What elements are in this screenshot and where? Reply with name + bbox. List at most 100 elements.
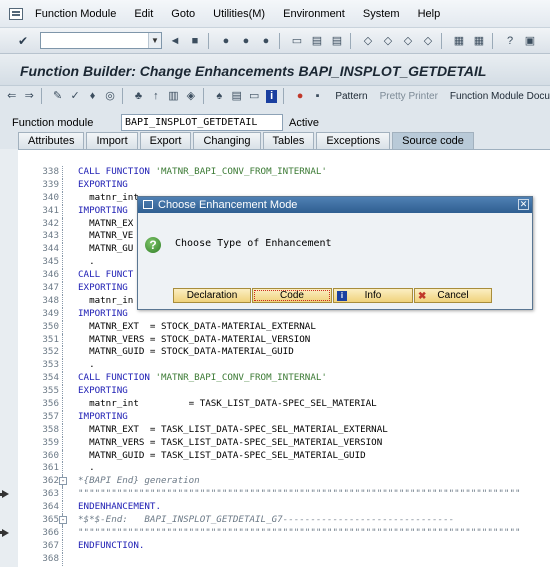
function-module-field[interactable]: BAPI_INSPLOT_GETDETAIL: [121, 114, 283, 131]
cancel-button[interactable]: ✖ Cancel: [414, 288, 492, 303]
menu-utilities[interactable]: Utilities(M): [213, 8, 265, 20]
code-line[interactable]: 355 EXPORTING: [18, 385, 550, 399]
watchpoint-icon[interactable]: ▪: [312, 90, 323, 103]
code-token: MATNR_VERS = TASK_LIST_DATA-SPEC_SEL_MAT…: [78, 436, 383, 448]
first-page-icon[interactable]: ◇: [361, 34, 375, 48]
code-line[interactable]: 362- *{BAPI End} generation: [18, 475, 550, 489]
code-button[interactable]: Code: [252, 288, 332, 303]
window-icon[interactable]: ▭: [248, 90, 259, 103]
tab-exceptions[interactable]: Exceptions: [316, 132, 391, 149]
code-token: matnr_int: [78, 191, 139, 203]
chevron-down-icon[interactable]: ▼: [148, 33, 161, 48]
enter-icon[interactable]: ✔: [16, 34, 30, 48]
code-token: MATNR_GUID = TASK_LIST_DATA-SPEC_SEL_MAT…: [78, 449, 366, 461]
code-line[interactable]: 366 """""""""""""""""""""""""""""""""""""…: [0, 526, 550, 540]
code-line[interactable]: 351 MATNR_VERS = STOCK_DATA-MATERIAL_VER…: [18, 333, 550, 347]
code-line[interactable]: 368: [18, 552, 550, 566]
layout-icon[interactable]: ▣: [523, 34, 537, 48]
code-line[interactable]: 358 MATNR_EXT = TASK_LIST_DATA-SPEC_SEL_…: [18, 423, 550, 437]
code-line[interactable]: 350 MATNR_EXT = STOCK_DATA-MATERIAL_EXTE…: [18, 320, 550, 334]
tab-import[interactable]: Import: [86, 132, 138, 149]
save-icon[interactable]: ◄: [168, 34, 182, 48]
tab-source-code[interactable]: Source code: [392, 132, 474, 149]
fold-marker: -: [59, 475, 70, 489]
tab-attributes[interactable]: Attributes: [18, 132, 85, 149]
line-number: 366: [42, 526, 59, 538]
menu-environment[interactable]: Environment: [283, 8, 345, 20]
code-line[interactable]: 357 IMPORTING: [18, 410, 550, 424]
code-line[interactable]: 338 CALL FUNCTION 'MATNR_BAPI_CONV_FROM_I…: [18, 166, 550, 179]
fm-documentation-button[interactable]: Function Module Docu: [450, 91, 550, 102]
fold-marker: [62, 449, 70, 463]
breakpoint-icon[interactable]: ●: [294, 90, 305, 103]
fold-marker: [62, 320, 70, 334]
declaration-button[interactable]: Declaration: [173, 288, 251, 303]
next-page-icon[interactable]: ◇: [401, 34, 415, 48]
menu-bar: Function Module Edit Goto Utilities(M) E…: [0, 0, 550, 28]
code-line[interactable]: 367 ENDFUNCTION.: [18, 539, 550, 553]
code-line[interactable]: 359 MATNR_VERS = TASK_LIST_DATA-SPEC_SEL…: [18, 436, 550, 450]
close-icon[interactable]: ✕: [518, 199, 529, 210]
new-session-icon[interactable]: ▦: [452, 34, 466, 48]
tab-changing[interactable]: Changing: [193, 132, 261, 149]
find-next-icon[interactable]: ▤: [330, 34, 344, 48]
forward-arrow-icon[interactable]: ⇒: [23, 90, 34, 103]
code-line[interactable]: 354 CALL FUNCTION 'MATNR_BAPI_CONV_FROM_I…: [18, 372, 550, 386]
pretty-printer-button[interactable]: Pretty Printer: [380, 91, 438, 102]
save-icon[interactable]: ■: [188, 34, 202, 48]
cancel-icon[interactable]: ●: [259, 34, 273, 48]
menu-system[interactable]: System: [363, 8, 400, 20]
code-token: """"""""""""""""""""""""""""""""""""""""…: [78, 488, 521, 500]
object-list-icon[interactable]: ◈: [185, 90, 196, 103]
where-used-icon[interactable]: ♣: [133, 90, 144, 103]
code-line[interactable]: 356 matnr_int = TASK_LIST_DATA-SPEC_SEL_…: [18, 398, 550, 411]
find-icon[interactable]: ▤: [310, 34, 324, 48]
tab-export[interactable]: Export: [139, 132, 192, 149]
info-button[interactable]: i Info: [333, 288, 413, 303]
code-line[interactable]: 360 MATNR_GUID = TASK_LIST_DATA-SPEC_SEL…: [18, 449, 550, 463]
collapse-icon[interactable]: -: [59, 477, 67, 486]
hierarchy-icon[interactable]: ♠: [214, 90, 225, 103]
activate-icon[interactable]: ♦: [87, 90, 98, 103]
pattern-button[interactable]: Pattern: [335, 91, 367, 102]
last-page-icon[interactable]: ◇: [421, 34, 435, 48]
menu-help[interactable]: Help: [418, 8, 441, 20]
code-line[interactable]: 339 EXPORTING: [18, 178, 550, 192]
menu-function-module[interactable]: Function Module: [35, 8, 116, 20]
help-icon[interactable]: ?: [503, 34, 517, 48]
check-icon[interactable]: ✓: [69, 90, 80, 103]
fold-marker: [62, 488, 70, 502]
code-line[interactable]: 363 """""""""""""""""""""""""""""""""""""…: [0, 488, 550, 502]
code-line[interactable]: 364 ENDENHANCEMENT.: [18, 501, 550, 515]
code-line[interactable]: 365- *$*$-End: BAPI_INSPLOT_GETDETAIL_G7-…: [18, 514, 550, 527]
line-number: 359: [42, 436, 59, 448]
code-text: MATNR_EXT = TASK_LIST_DATA-SPEC_SEL_MATE…: [78, 424, 388, 437]
code-line[interactable]: 361 .: [18, 462, 550, 476]
exit-icon[interactable]: ●: [239, 34, 253, 48]
code-line[interactable]: 352 MATNR_GUID = STOCK_DATA-MATERIAL_GUI…: [18, 346, 550, 360]
menu-goto[interactable]: Goto: [171, 8, 195, 20]
display-change-icon[interactable]: ✎: [52, 90, 63, 103]
code-token: MATNR_VE: [78, 230, 134, 242]
back-icon[interactable]: ●: [219, 34, 233, 48]
collapse-icon[interactable]: -: [59, 516, 67, 525]
code-token: """"""""""""""""""""""""""""""""""""""""…: [78, 526, 521, 538]
line-number: 368: [42, 552, 59, 564]
tree-icon[interactable]: ▤: [231, 90, 242, 103]
page-title: Function Builder: Change Enhancements BA…: [20, 63, 487, 79]
info-icon[interactable]: i: [265, 89, 278, 103]
print-icon[interactable]: ▭: [290, 34, 304, 48]
navigate-icon[interactable]: ▥: [168, 90, 179, 103]
menu-edit[interactable]: Edit: [134, 8, 153, 20]
command-field[interactable]: ▼: [40, 32, 162, 49]
back-arrow-icon[interactable]: ⇐: [6, 90, 17, 103]
test-icon[interactable]: ◎: [104, 90, 115, 103]
window-menu-icon[interactable]: [9, 7, 23, 20]
code-line[interactable]: 353 .: [18, 359, 550, 373]
shortcut-icon[interactable]: ▦: [472, 34, 486, 48]
enhance-icon[interactable]: ↑: [150, 90, 161, 103]
line-number: 348: [42, 294, 59, 306]
prev-page-icon[interactable]: ◇: [381, 34, 395, 48]
code-text: MATNR_VERS = TASK_LIST_DATA-SPEC_SEL_MAT…: [78, 437, 382, 450]
tab-tables[interactable]: Tables: [262, 132, 315, 149]
